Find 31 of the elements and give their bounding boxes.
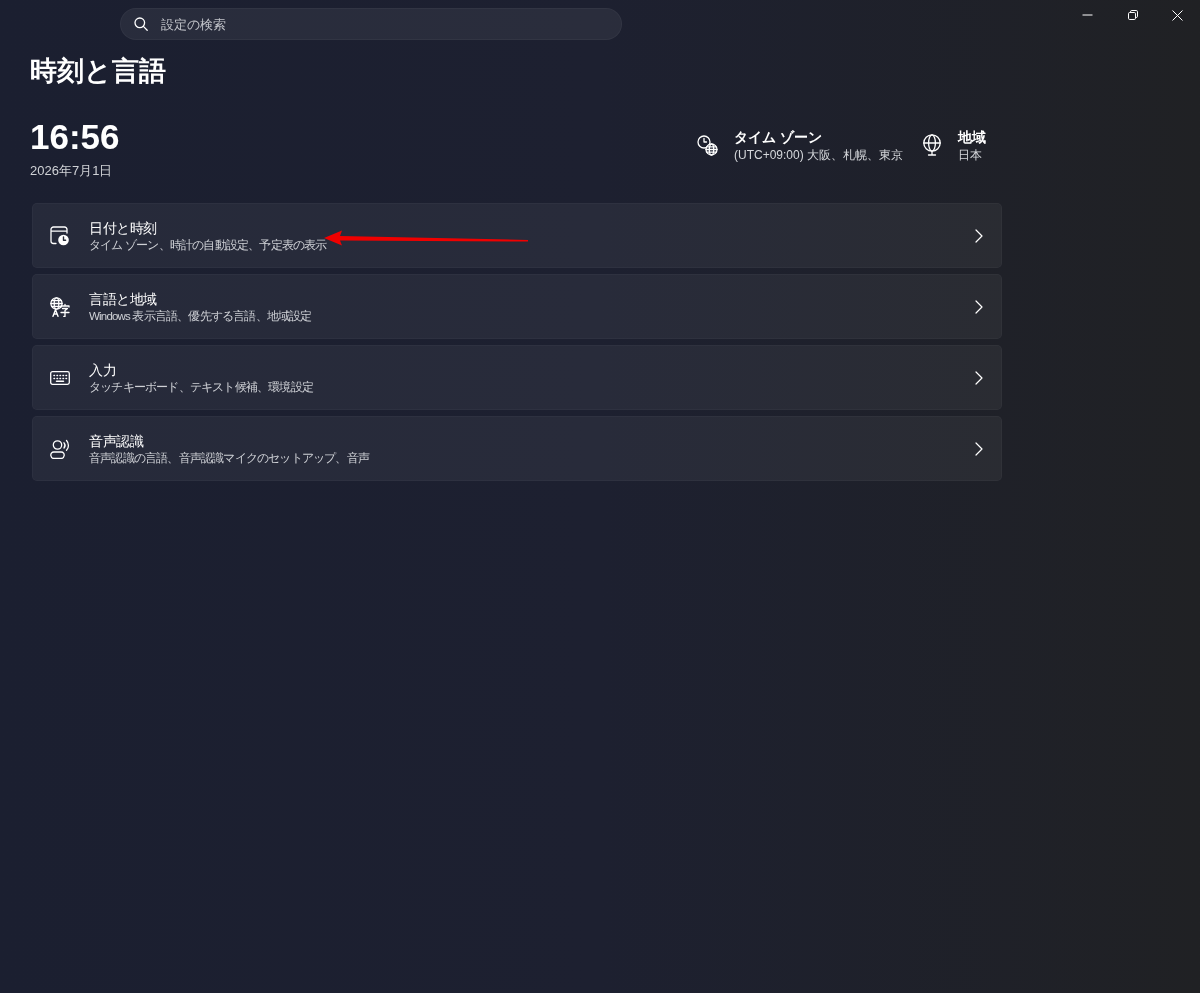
summary-value: 日本 — [958, 147, 983, 164]
summary-label: タイム ゾーン — [734, 128, 823, 146]
chevron-right-icon — [975, 370, 983, 385]
card-description: 音声認識の言語、音声認識マイクのセットアップ、音声 — [89, 450, 369, 466]
summary-label: 地域 — [958, 128, 986, 146]
chevron-right-icon — [975, 299, 983, 314]
restore-icon — [1127, 10, 1138, 20]
chevron-right-icon — [975, 441, 983, 456]
summary-value: (UTC+09:00) 大阪、札幌、東京 — [734, 147, 904, 164]
card-title: 音声認識 — [89, 431, 145, 450]
card-description: タッチキーボード、テキスト候補、環境設定 — [89, 379, 313, 395]
chevron-right-icon — [975, 228, 983, 243]
card-title: 言語と地域 — [89, 289, 158, 308]
person-speaking-icon — [50, 438, 70, 459]
current-time: 16:56 — [30, 116, 120, 158]
globe-icon — [922, 134, 942, 156]
close-icon — [1172, 9, 1183, 21]
card-title: 入力 — [89, 360, 118, 379]
card-description: タイム ゾーン、時計の自動設定、予定表の表示 — [89, 237, 327, 253]
card-description: Windows 表示言語、優先する言語、地域設定 — [89, 308, 312, 324]
settings-card[interactable]: 音声認識 音声認識の言語、音声認識マイクのセットアップ、音声 — [32, 416, 1002, 481]
search-icon — [134, 17, 148, 31]
current-date: 2026年7月1日 — [30, 162, 114, 180]
page-title: 時刻と言語 — [30, 55, 167, 88]
calendar-clock-icon — [50, 225, 70, 246]
settings-card[interactable]: 日付と時刻 タイム ゾーン、時計の自動設定、予定表の表示 — [32, 203, 1002, 268]
clock-globe-icon — [697, 135, 718, 156]
globe-character-icon — [50, 296, 70, 317]
settings-card[interactable]: 入力 タッチキーボード、テキスト候補、環境設定 — [32, 345, 1002, 410]
card-title: 日付と時刻 — [89, 218, 158, 237]
settings-card[interactable]: 言語と地域 Windows 表示言語、優先する言語、地域設定 — [32, 274, 1002, 339]
